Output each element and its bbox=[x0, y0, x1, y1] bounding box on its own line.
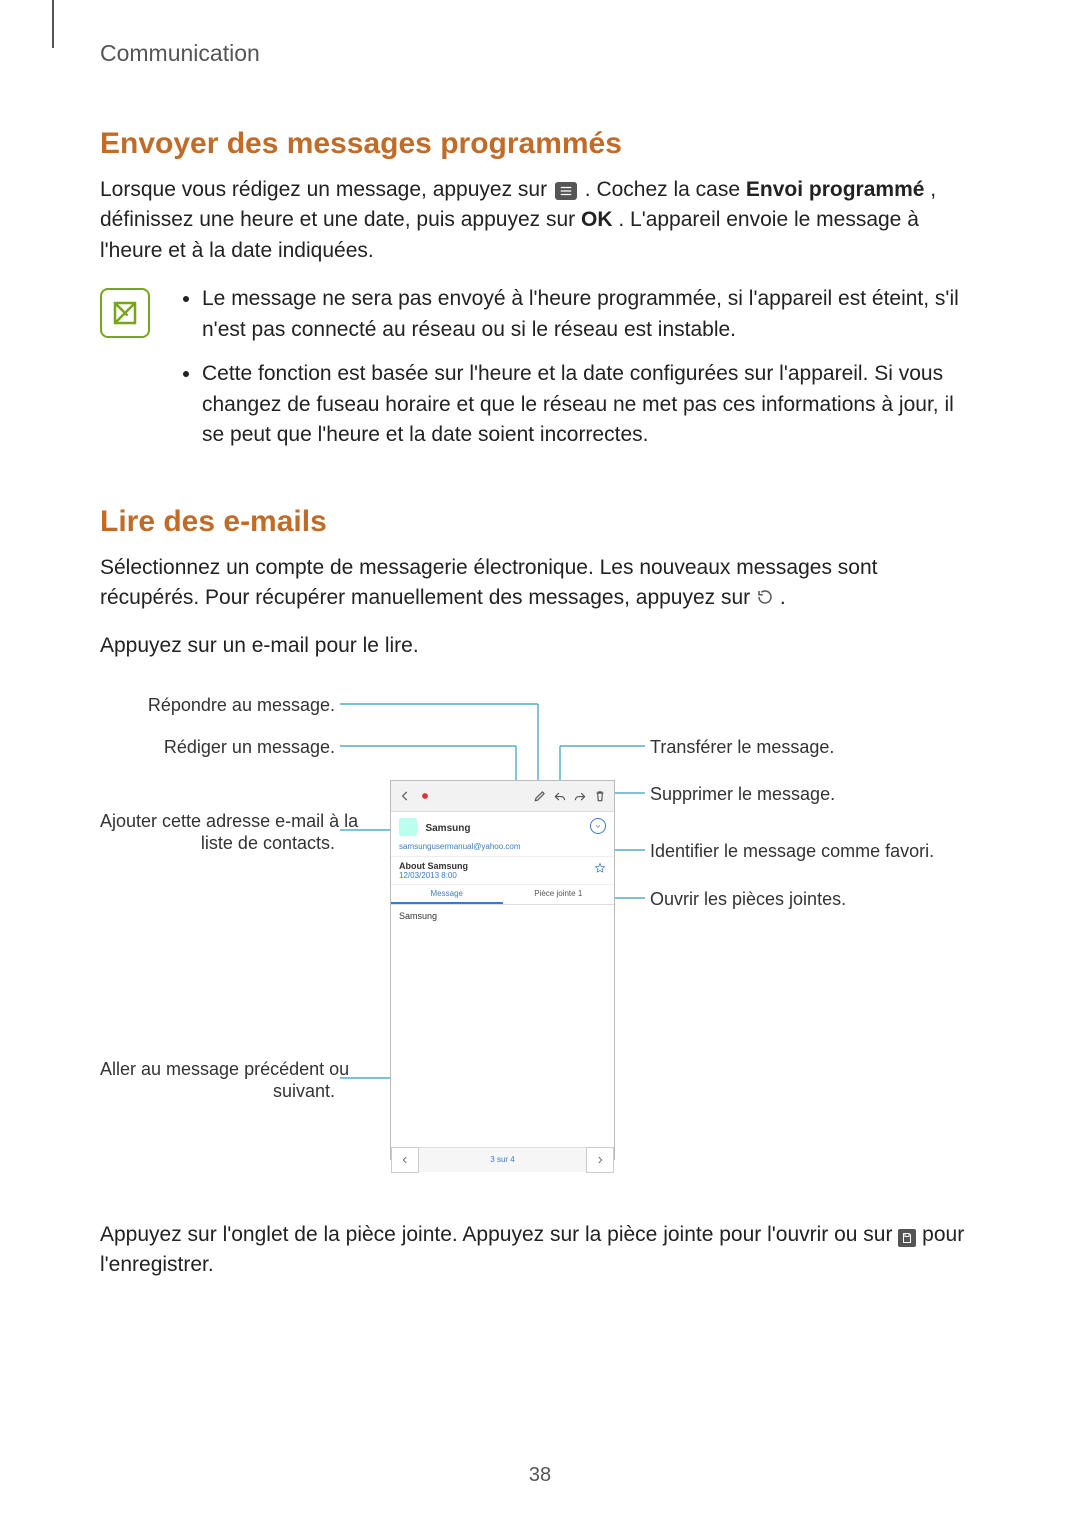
avatar[interactable] bbox=[399, 818, 417, 836]
para-read-2: Appuyez sur un e-mail pour le lire. bbox=[100, 631, 980, 661]
save-icon bbox=[898, 1229, 916, 1247]
callout-forward: Transférer le message. bbox=[650, 736, 834, 759]
callout-reply: Répondre au message. bbox=[100, 694, 335, 717]
expand-header-icon[interactable] bbox=[590, 818, 606, 834]
text: Aller au message précédent ou bbox=[100, 1059, 349, 1079]
text: . Cochez la case bbox=[585, 178, 746, 201]
page-number: 38 bbox=[0, 1464, 1080, 1487]
subject-row: About Samsung 12/03/2013 8:00 bbox=[391, 857, 614, 885]
pager-next-button[interactable] bbox=[586, 1147, 614, 1173]
email-subject: About Samsung bbox=[399, 861, 606, 871]
note-item: Cette fonction est basée sur l'heure et … bbox=[202, 359, 980, 450]
callout-attachments: Ouvrir les pièces jointes. bbox=[650, 888, 846, 911]
email-diagram: Répondre au message. Rédiger un message.… bbox=[100, 680, 980, 1180]
note-block: Le message ne sera pas envoyé à l'heure … bbox=[100, 284, 980, 464]
page-content: Communication Envoyer des messages progr… bbox=[100, 40, 980, 1299]
para-scheduled: Lorsque vous rédigez un message, appuyez… bbox=[100, 175, 980, 266]
phone-toolbar bbox=[391, 781, 614, 812]
left-margin-rule bbox=[52, 0, 54, 48]
back-icon[interactable] bbox=[397, 788, 413, 804]
text: Ajouter cette adresse e-mail à la bbox=[100, 811, 358, 831]
text: Appuyez sur l'onglet de la pièce jointe.… bbox=[100, 1223, 898, 1246]
note-icon bbox=[100, 288, 150, 338]
text-bold: OK bbox=[581, 208, 613, 231]
callout-add-contact: Ajouter cette adresse e-mail à la liste … bbox=[100, 810, 335, 855]
mail-dot-icon bbox=[417, 788, 433, 804]
pager-prev-button[interactable] bbox=[391, 1147, 419, 1173]
note-item: Le message ne sera pas envoyé à l'heure … bbox=[202, 284, 980, 345]
phone-mock: Samsung samsungusermanual@yahoo.com Abou… bbox=[390, 780, 615, 1160]
email-body: Samsung bbox=[391, 905, 614, 1147]
para-attachment: Appuyez sur l'onglet de la pièce jointe.… bbox=[100, 1220, 980, 1281]
text: Lorsque vous rédigez un message, appuyez… bbox=[100, 178, 553, 201]
para-read-1: Sélectionnez un compte de messagerie éle… bbox=[100, 553, 980, 614]
reply-icon[interactable] bbox=[552, 788, 568, 804]
tab-message[interactable]: Message bbox=[391, 885, 503, 904]
sender-email: samsungusermanual@yahoo.com bbox=[399, 842, 521, 851]
star-icon[interactable] bbox=[594, 861, 606, 873]
sender-name: Samsung bbox=[425, 823, 470, 834]
pager-count: 3 sur 4 bbox=[419, 1155, 586, 1164]
heading-scheduled: Envoyer des messages programmés bbox=[100, 127, 980, 161]
callout-delete: Supprimer le message. bbox=[650, 783, 835, 806]
refresh-icon bbox=[756, 588, 774, 606]
text: . bbox=[780, 586, 786, 609]
tab-attachment[interactable]: Pièce jointe 1 bbox=[503, 885, 615, 904]
email-pager: 3 sur 4 bbox=[391, 1147, 614, 1172]
menu-icon bbox=[555, 182, 577, 200]
delete-icon[interactable] bbox=[592, 788, 608, 804]
callout-favorite: Identifier le message comme favori. bbox=[650, 840, 934, 863]
text: suivant. bbox=[273, 1081, 335, 1101]
callout-prev-next: Aller au message précédent ou suivant. bbox=[100, 1058, 335, 1103]
forward-icon[interactable] bbox=[572, 788, 588, 804]
callout-compose: Rédiger un message. bbox=[100, 736, 335, 759]
email-header: Samsung samsungusermanual@yahoo.com bbox=[391, 812, 614, 857]
chapter-title: Communication bbox=[100, 40, 980, 67]
text: liste de contacts. bbox=[201, 833, 335, 853]
email-date: 12/03/2013 8:00 bbox=[399, 871, 606, 880]
email-tabs: Message Pièce jointe 1 bbox=[391, 885, 614, 905]
heading-read-emails: Lire des e-mails bbox=[100, 505, 980, 539]
note-list: Le message ne sera pas envoyé à l'heure … bbox=[178, 284, 980, 464]
compose-icon[interactable] bbox=[532, 788, 548, 804]
text-bold: Envoi programmé bbox=[746, 178, 925, 201]
